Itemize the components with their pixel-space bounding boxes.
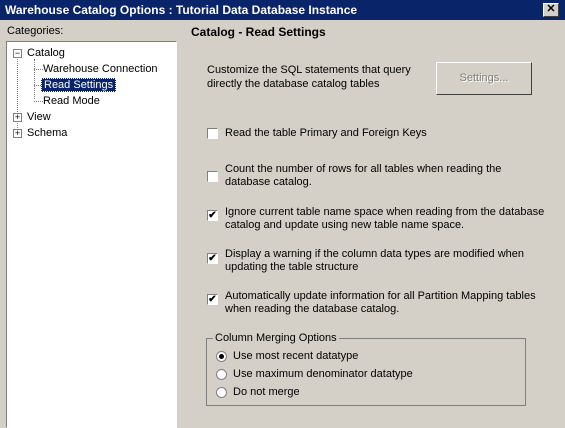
expand-icon[interactable]: + (13, 113, 22, 122)
tree-connector (17, 57, 18, 134)
tree-item-label: View (27, 111, 51, 123)
radio-label: Use maximum denominator datatype (233, 368, 413, 380)
title-bar[interactable]: Warehouse Catalog Options : Tutorial Dat… (0, 0, 565, 20)
checkbox-label: Automatically update information for all… (225, 290, 536, 315)
checkbox-count-rows[interactable] (207, 171, 218, 182)
radio-label: Do not merge (233, 386, 300, 398)
group-title: Column Merging Options (213, 332, 339, 344)
checkmark-icon: ✔ (208, 253, 217, 264)
tree-item-warehouse-connection[interactable]: Warehouse Connection (43, 61, 158, 77)
settings-description: Customize the SQL statements that query … (207, 64, 411, 90)
checkbox-read-keys[interactable] (207, 128, 218, 139)
radio-label: Use most recent datatype (233, 350, 359, 362)
checkbox-label: Count the number of rows for all tables … (225, 163, 502, 188)
radio-maximum-denominator[interactable] (216, 369, 227, 380)
tree-item-label: Read Mode (43, 95, 100, 107)
checkbox-label: Ignore current table name space when rea… (225, 206, 545, 231)
checkbox-datatype-warning[interactable]: ✔ (207, 253, 218, 264)
checkmark-icon: ✔ (208, 294, 217, 305)
tree-connector (34, 69, 43, 70)
checkbox-ignore-namespace[interactable]: ✔ (207, 210, 218, 221)
settings-button[interactable]: Settings... (436, 62, 532, 95)
collapse-icon[interactable]: − (13, 49, 22, 58)
radio-do-not-merge[interactable] (216, 387, 227, 398)
checkbox-label: Read the table Primary and Foreign Keys (225, 127, 427, 139)
close-button[interactable]: ✕ (543, 3, 559, 17)
checkbox-label: Display a warning if the column data typ… (225, 248, 524, 273)
checkmark-icon: ✔ (208, 210, 217, 221)
tree-connector (34, 101, 43, 102)
categories-label: Categories: (7, 25, 64, 37)
window-title: Warehouse Catalog Options : Tutorial Dat… (5, 3, 358, 17)
checkbox-partition-mapping[interactable]: ✔ (207, 294, 218, 305)
radio-most-recent[interactable] (216, 351, 227, 362)
tree-item-label: Read Settings (41, 78, 117, 92)
panel-heading: Catalog - Read Settings (191, 25, 326, 39)
tree-item-read-settings[interactable]: Read Settings (41, 77, 117, 93)
tree-item-read-mode[interactable]: Read Mode (43, 93, 100, 109)
options-dialog: Warehouse Catalog Options : Tutorial Dat… (0, 0, 565, 428)
tree-connector (34, 59, 35, 99)
tree-item-label: Schema (27, 127, 68, 139)
tree-item-label: Warehouse Connection (43, 63, 158, 75)
category-tree[interactable]: − Catalog Warehouse Connection Read Sett… (6, 41, 177, 428)
close-icon: ✕ (546, 3, 556, 15)
tree-item-label: Catalog (27, 47, 65, 59)
expand-icon[interactable]: + (13, 129, 22, 138)
